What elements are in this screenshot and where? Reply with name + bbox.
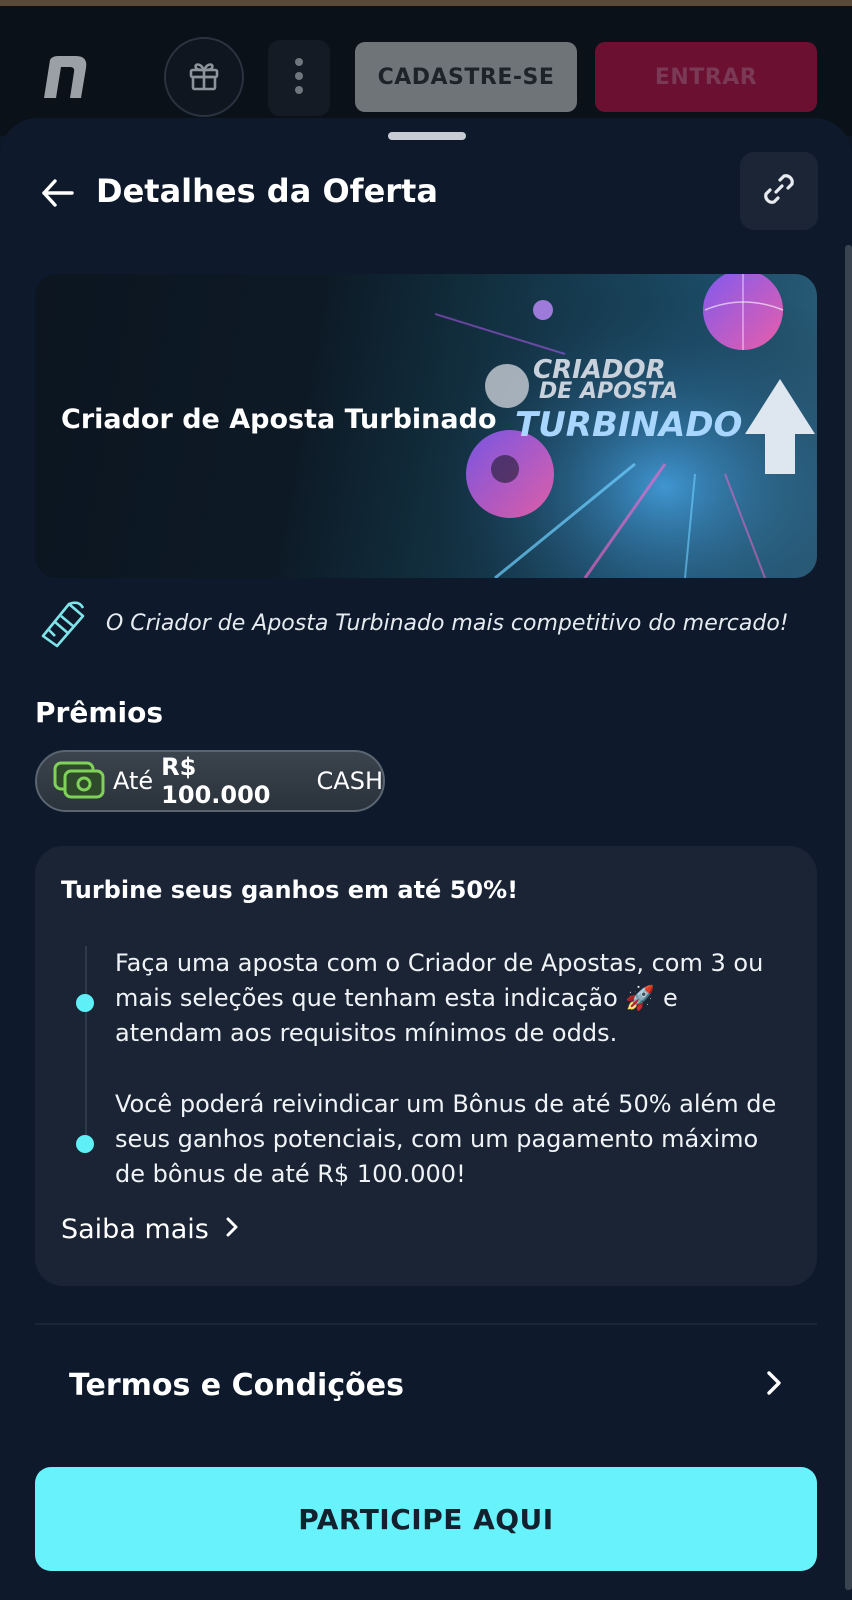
step-text: Faça uma aposta com o Criador de Apostas… (115, 949, 764, 1047)
step-text: Você poderá reivindicar um Bônus de até … (115, 1090, 777, 1188)
signup-button[interactable]: CADASTRE-SE (355, 42, 577, 112)
learn-more-link[interactable]: Saiba mais (61, 1214, 239, 1245)
section-divider (35, 1323, 817, 1325)
page-title: Detalhes da Oferta (96, 172, 438, 210)
top-header: CADASTRE-SE ENTRAR (0, 6, 852, 136)
gift-button[interactable] (164, 37, 244, 117)
arrow-left-icon (40, 179, 76, 215)
prize-amount: R$ 100.000 (161, 753, 271, 809)
offer-info-card: Turbine seus ganhos em até 50%! Faça uma… (35, 846, 817, 1286)
offer-banner: CRIADOR DE APOSTA TURBINADO Criador de A… (35, 274, 817, 578)
prizes-title: Prêmios (35, 696, 163, 729)
prize-currency: CASH (316, 767, 383, 795)
terms-label: Termos e Condições (69, 1367, 404, 1403)
timeline-line (85, 946, 87, 1136)
learn-more-label: Saiba mais (61, 1214, 209, 1245)
banner-art-text-2: DE APOSTA (539, 379, 678, 404)
prize-prefix: Até (113, 767, 154, 795)
brand-logo[interactable] (40, 54, 90, 100)
chevron-right-icon (209, 1214, 239, 1245)
scrollbar[interactable] (845, 245, 852, 1590)
terms-and-conditions-row[interactable]: Termos e Condições (35, 1340, 817, 1430)
cash-icon (53, 761, 107, 801)
step-bullet (76, 1135, 94, 1153)
gift-icon (187, 58, 221, 96)
login-button[interactable]: ENTRAR (595, 42, 817, 112)
share-link-button[interactable] (740, 152, 818, 230)
chevron-right-icon (765, 1369, 783, 1401)
kebab-menu-icon (294, 56, 304, 100)
step-bullet (76, 994, 94, 1012)
sheet-drag-handle[interactable] (388, 132, 466, 140)
more-options-button[interactable] (268, 40, 330, 116)
ticket-icon (35, 596, 91, 652)
banner-art-text-3: TURBINADO (515, 405, 742, 445)
back-button[interactable] (40, 175, 76, 211)
banner-title: Criador de Aposta Turbinado (61, 404, 497, 435)
link-icon (760, 170, 798, 212)
prize-badge: Até R$ 100.000 CASH (35, 750, 385, 812)
card-heading: Turbine seus ganhos em até 50%! (61, 876, 519, 904)
offer-description: O Criador de Aposta Turbinado mais compe… (106, 611, 789, 636)
participate-button[interactable]: PARTICIPE AQUI (35, 1467, 817, 1571)
